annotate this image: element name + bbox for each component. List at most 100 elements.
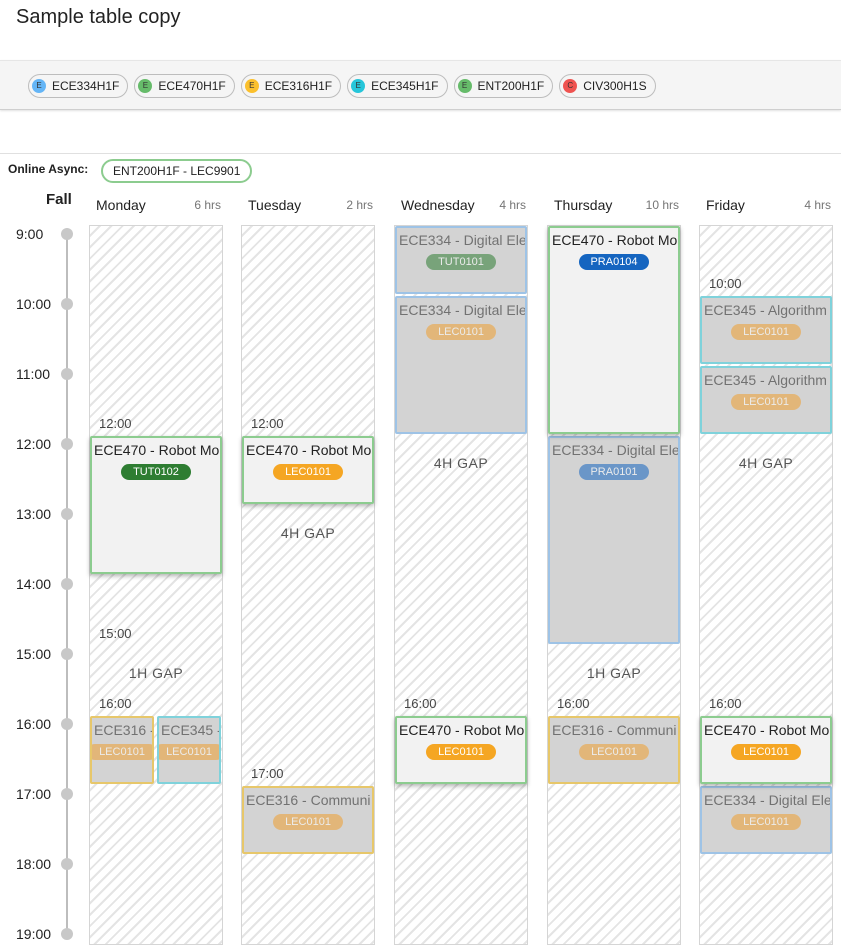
course-event[interactable]: ECE334 - Digital Ele LEC0101 — [395, 296, 527, 434]
hour-label: 13:00 — [16, 506, 52, 522]
course-color-dot: C — [563, 79, 578, 93]
hour-label: 14:00 — [16, 576, 52, 592]
course-chip-bar: E ECE334H1F E ECE470H1F E ECE316H1F E ECE345H1F… — [0, 60, 841, 110]
course-event[interactable]: ECE316 - Communi LEC0101 — [548, 716, 680, 784]
time-mark: 16:00 — [557, 696, 590, 711]
event-title: ECE316 - Communi — [552, 722, 677, 738]
section-badge: LEC0101 — [731, 324, 801, 340]
hour-dot — [61, 438, 73, 450]
time-mark: 12:00 — [251, 416, 284, 431]
hour-dot — [61, 928, 73, 940]
course-event[interactable]: ECE316 - Communi LEC0101 — [242, 786, 374, 854]
event-title: ECE334 - Digital Ele — [399, 302, 527, 318]
section-badge: LEC0101 — [159, 744, 219, 760]
course-chip[interactable]: E ECE334H1F — [28, 74, 129, 98]
event-title: ECE345 - Algorithm — [704, 372, 827, 388]
time-mark: 10:00 — [709, 276, 742, 291]
day-hours: 10 hrs — [645, 198, 679, 212]
gap-label: 1H GAP — [586, 665, 642, 681]
hour-label: 10:00 — [16, 296, 52, 312]
hour-label: 9:00 — [16, 226, 44, 242]
course-chip-label: ECE345H1F — [371, 79, 439, 93]
hour-dot — [61, 228, 73, 240]
event-title: ECE316 - — [94, 722, 154, 738]
hour-label: 11:00 — [16, 366, 50, 382]
time-mark: 16:00 — [709, 696, 742, 711]
course-event[interactable]: ECE470 - Robot Mo LEC0101 — [242, 436, 374, 504]
course-event[interactable]: ECE345 - Algorithm LEC0101 — [700, 296, 832, 364]
section-badge: PRA0104 — [579, 254, 649, 270]
course-chip[interactable]: E ENT200H1F — [453, 74, 554, 98]
hour-label: 12:00 — [16, 436, 52, 452]
course-chip[interactable]: E ECE470H1F — [134, 74, 235, 98]
day-header-monday: Monday — [96, 197, 146, 213]
section-badge: LEC0101 — [92, 744, 152, 760]
course-event[interactable]: ECE334 - Digital Ele LEC0101 — [700, 786, 832, 854]
event-title: ECE345 - Algorithm — [704, 302, 827, 318]
day-hours: 4 hrs — [804, 198, 831, 212]
gap-label: 4H GAP — [738, 455, 794, 471]
hour-label: 16:00 — [16, 716, 52, 732]
course-color-dot: E — [138, 79, 153, 93]
course-event[interactable]: ECE316 - LEC0101 — [90, 716, 154, 784]
course-event[interactable]: ECE470 - Robot Mo TUT0102 — [90, 436, 222, 574]
section-badge: PRA0101 — [579, 464, 649, 480]
course-chip-label: ECE334H1F — [52, 79, 120, 93]
day-header-wednesday: Wednesday — [401, 197, 475, 213]
course-event[interactable]: ECE345 - Algorithm LEC0101 — [700, 366, 832, 434]
day-hours: 4 hrs — [499, 198, 526, 212]
time-mark: 15:00 — [99, 626, 132, 641]
hour-label: 19:00 — [16, 926, 52, 942]
hour-dot — [61, 298, 73, 310]
section-badge: LEC0101 — [273, 814, 343, 830]
time-mark: 16:00 — [404, 696, 437, 711]
section-badge: LEC0101 — [731, 814, 801, 830]
day-header-thursday: Thursday — [554, 197, 613, 213]
course-chip-list: E ECE334H1F E ECE470H1F E ECE316H1F E ECE345H1F… — [28, 74, 656, 98]
hour-dot — [61, 648, 73, 660]
course-color-dot: E — [32, 79, 46, 93]
course-event[interactable]: ECE334 - Digital Ele PRA0101 — [548, 436, 680, 644]
day-column — [89, 225, 223, 945]
hour-dot — [61, 788, 73, 800]
hour-dot — [61, 508, 73, 520]
event-title: ECE470 - Robot Mo — [552, 232, 678, 248]
online-async-label: Online Async: — [8, 162, 89, 176]
course-event[interactable]: ECE345 - LEC0101 — [157, 716, 221, 784]
course-chip-label: CIV300H1S — [583, 79, 647, 93]
hour-dot — [61, 858, 73, 870]
course-chip[interactable]: E ECE345H1F — [347, 74, 448, 98]
day-hours: 2 hrs — [346, 198, 373, 212]
section-badge: TUT0102 — [121, 464, 191, 480]
hour-label: 15:00 — [16, 646, 52, 662]
hour-dot — [61, 578, 73, 590]
time-mark: 16:00 — [99, 696, 132, 711]
section-badge: LEC0101 — [731, 394, 801, 410]
event-title: ECE334 - Digital Ele — [399, 232, 527, 248]
section-badge: LEC0101 — [579, 744, 649, 760]
course-event[interactable]: ECE470 - Robot Mo LEC0101 — [395, 716, 527, 784]
course-event[interactable]: ECE470 - Robot Mo LEC0101 — [700, 716, 832, 784]
event-title: ECE345 - — [161, 722, 221, 738]
course-color-dot: E — [457, 79, 472, 93]
online-async-chip[interactable]: ENT200H1F - LEC9901 — [101, 159, 253, 183]
section-badge: LEC0101 — [273, 464, 343, 480]
event-title: ECE334 - Digital Ele — [704, 792, 832, 808]
course-event[interactable]: ECE470 - Robot Mo PRA0104 — [548, 226, 680, 434]
gap-label: 4H GAP — [433, 455, 489, 471]
course-event[interactable]: ECE334 - Digital Ele TUT0101 — [395, 226, 527, 294]
event-title: ECE316 - Communi — [246, 792, 371, 808]
time-mark: 17:00 — [251, 766, 284, 781]
hour-dot — [61, 718, 73, 730]
day-header-tuesday: Tuesday — [248, 197, 302, 213]
day-header-friday: Friday — [706, 197, 745, 213]
course-chip-label: ECE316H1F — [264, 79, 333, 93]
event-title: ECE470 - Robot Mo — [94, 442, 220, 458]
course-color-dot: E — [351, 79, 366, 93]
course-chip[interactable]: E ECE316H1F — [240, 74, 342, 98]
event-title: ECE470 - Robot Mo — [399, 722, 525, 738]
section-badge: LEC0101 — [426, 744, 496, 760]
event-title: ECE334 - Digital Ele — [552, 442, 680, 458]
course-chip[interactable]: C CIV300H1S — [559, 74, 656, 98]
course-color-dot: E — [244, 79, 259, 93]
